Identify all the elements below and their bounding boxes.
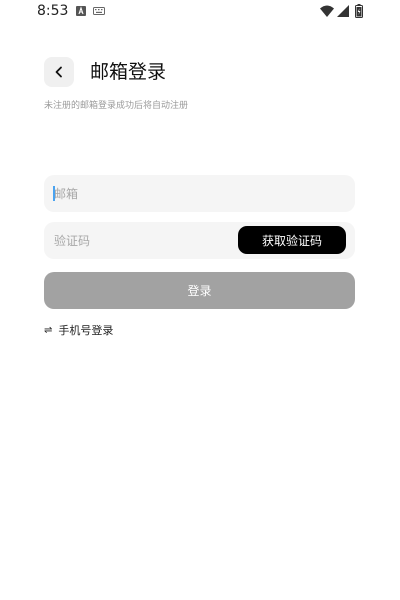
back-button[interactable]	[44, 57, 74, 87]
login-button[interactable]: 登录	[44, 272, 355, 309]
chevron-left-icon	[55, 66, 62, 78]
status-bar: 8:53	[0, 0, 400, 26]
a-icon	[76, 6, 86, 16]
swap-icon: ⇌	[44, 324, 53, 336]
phone-login-label: 手机号登录	[58, 324, 114, 337]
get-code-button[interactable]: 获取验证码	[238, 226, 346, 254]
keyboard-icon	[93, 7, 105, 15]
page-subtitle: 未注册的邮箱登录成功后将自动注册	[44, 101, 189, 111]
wifi-icon	[320, 5, 334, 17]
verification-code-field[interactable]	[54, 222, 234, 259]
signal-icon	[337, 5, 349, 17]
battery-icon	[355, 4, 363, 18]
phone-login-link[interactable]: ⇌ 手机号登录	[44, 322, 113, 338]
status-time: 8:53	[37, 3, 69, 19]
page-title: 邮箱登录	[90, 61, 167, 83]
email-field-container	[44, 175, 355, 212]
login-screen: 8:53 邮箱登录 未注册的邮箱登录成功后将自动注册 邮箱 验证码 获取验证码 …	[0, 0, 400, 600]
email-field[interactable]	[54, 175, 344, 212]
